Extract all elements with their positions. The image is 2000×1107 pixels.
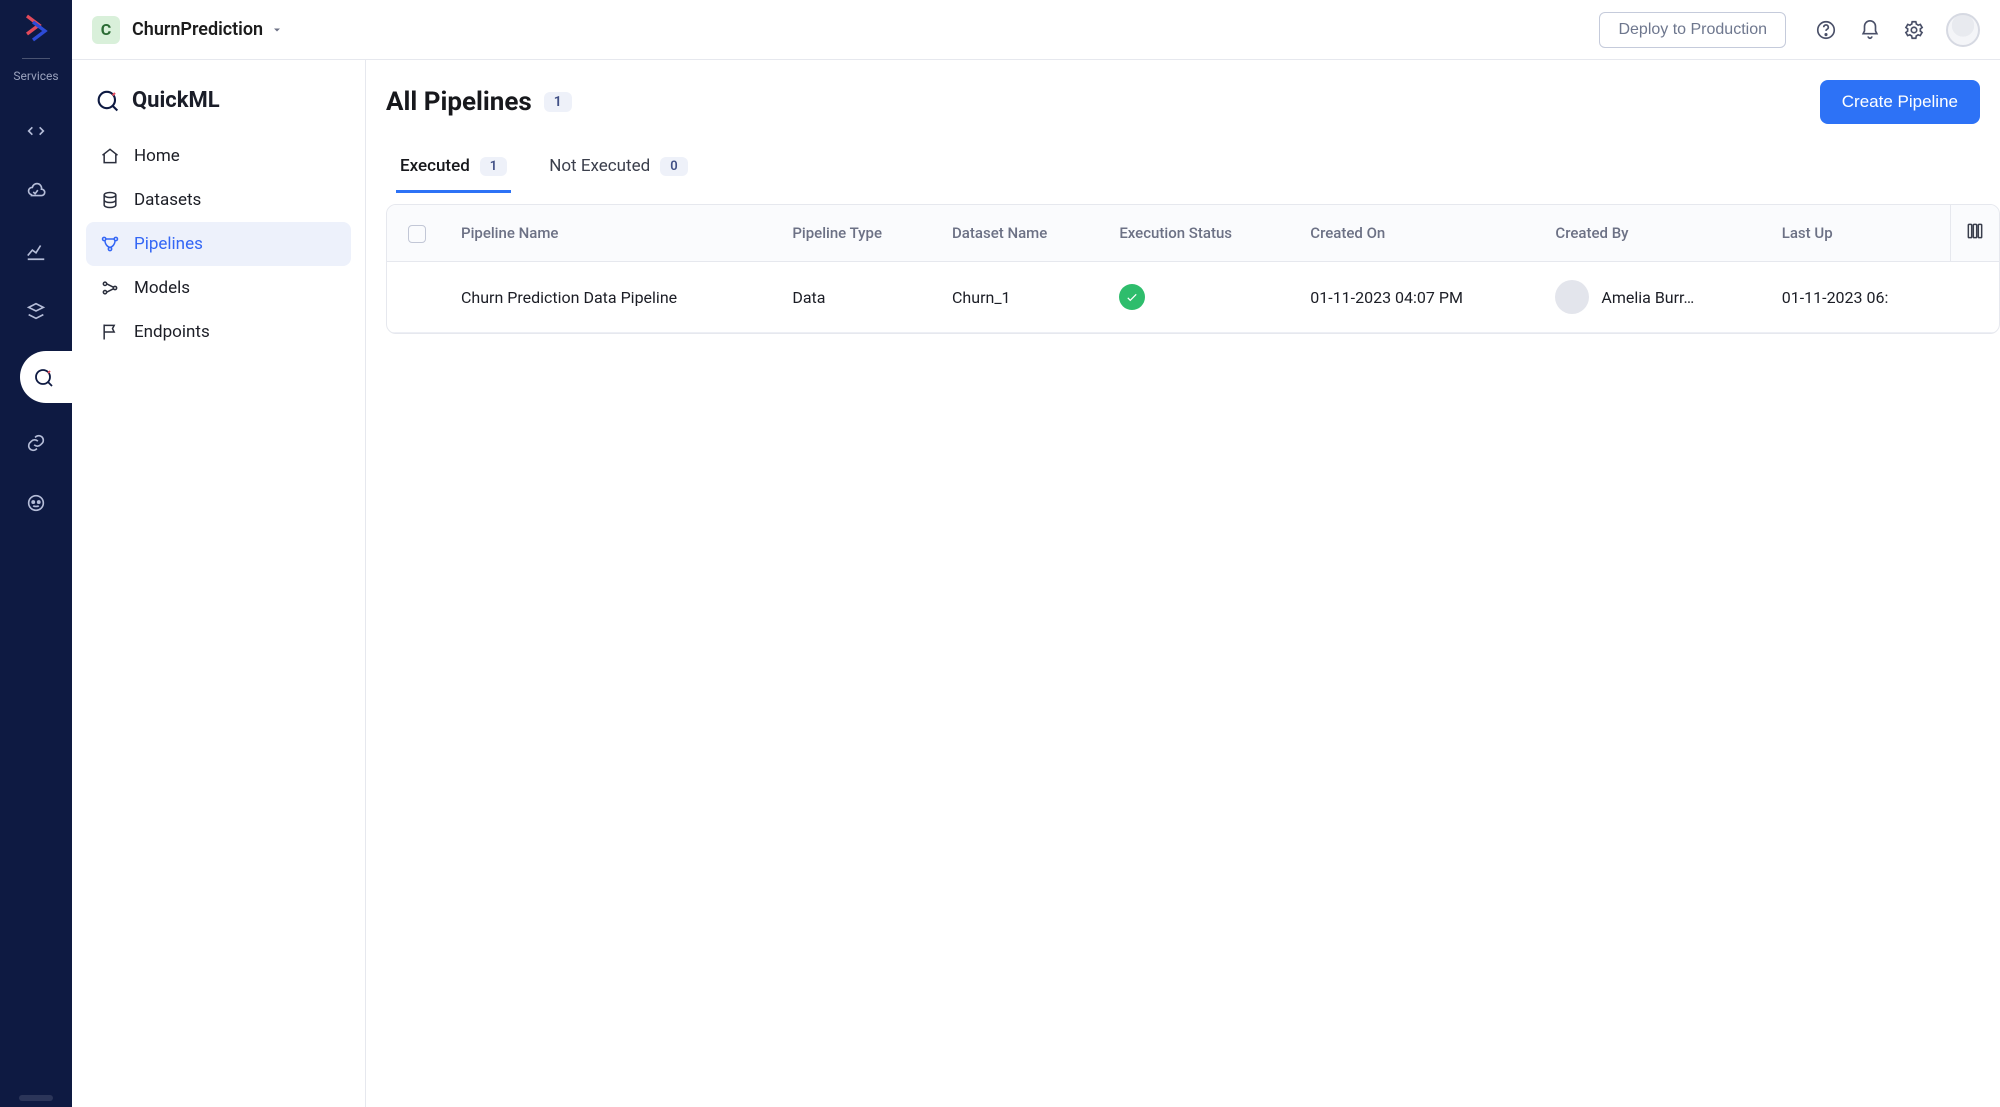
cell-pipeline-name: Churn Prediction Data Pipeline [447,262,778,333]
col-created-on[interactable]: Created On [1296,205,1541,262]
brand-name: QuickML [132,88,220,113]
sidebar-item-label: Pipelines [134,234,203,254]
sidebar-item-pipelines[interactable]: Pipelines [86,222,351,266]
pipeline-icon [100,234,120,254]
rail-footer-indicator [19,1095,53,1101]
sidebar-item-home[interactable]: Home [86,134,351,178]
project-name: ChurnPrediction [132,19,263,40]
tabs: Executed 1 Not Executed 0 [386,146,2000,194]
models-icon [100,278,120,298]
rail-service-code-icon[interactable] [16,111,56,151]
sidebar-item-label: Datasets [134,190,201,210]
quickml-logo-icon [94,86,122,114]
brand: QuickML [86,80,351,134]
tab-not-executed[interactable]: Not Executed 0 [545,146,691,193]
select-all-checkbox[interactable] [408,225,426,243]
tab-label: Not Executed [549,156,650,176]
tab-executed[interactable]: Executed 1 [396,146,511,193]
rail-service-quickml-icon[interactable] [20,351,72,403]
app-logo-icon [18,10,54,46]
sidebar-item-label: Home [134,146,180,166]
pane-header: All Pipelines 1 Create Pipeline [386,80,2000,124]
cell-dataset-name: Churn_1 [938,262,1105,333]
col-pipeline-type[interactable]: Pipeline Type [778,205,938,262]
tab-count-badge: 1 [480,157,507,176]
cell-last-updated: 01-11-2023 06: [1768,262,1951,333]
help-icon[interactable] [1814,18,1838,42]
sidebar-item-label: Endpoints [134,322,210,342]
table-row[interactable]: Churn Prediction Data Pipeline Data Chur… [387,262,1999,333]
services-rail: Services [0,0,72,1107]
col-last-updated[interactable]: Last Up [1768,205,1951,262]
project-selector[interactable]: ChurnPrediction [132,19,283,40]
settings-icon[interactable] [1902,18,1926,42]
cell-pipeline-type: Data [778,262,938,333]
cell-created-on: 01-11-2023 04:07 PM [1296,262,1541,333]
user-avatar[interactable] [1946,13,1980,47]
sidebar-item-datasets[interactable]: Datasets [86,178,351,222]
col-dataset-name[interactable]: Dataset Name [938,205,1105,262]
flag-icon [100,322,120,342]
cell-created-by: Amelia Burr… [1541,262,1767,333]
rail-services-label: Services [13,69,58,83]
create-pipeline-button[interactable]: Create Pipeline [1820,80,1980,124]
page-title: All Pipelines [386,87,532,117]
rail-divider [22,58,50,59]
col-pipeline-name[interactable]: Pipeline Name [447,205,778,262]
home-icon [100,146,120,166]
project-initial-chip: C [92,16,120,44]
created-by-name: Amelia Burr… [1601,288,1694,307]
main-pane: All Pipelines 1 Create Pipeline Executed… [366,60,2000,1107]
tab-label: Executed [400,156,470,176]
database-icon [100,190,120,210]
col-execution-status[interactable]: Execution Status [1105,205,1296,262]
pipelines-table-container: Pipeline Name Pipeline Type Dataset Name… [386,204,2000,334]
status-success-icon [1119,284,1145,310]
column-settings-icon[interactable] [1965,227,1985,245]
secondary-sidebar: QuickML Home Datasets Pipelines Models [72,60,366,1107]
pipelines-table: Pipeline Name Pipeline Type Dataset Name… [387,205,1999,333]
chevron-down-icon [271,24,283,36]
sidebar-item-endpoints[interactable]: Endpoints [86,310,351,354]
sidebar-item-label: Models [134,278,190,298]
rail-service-integrations-icon[interactable] [16,291,56,331]
topbar: C ChurnPrediction Deploy to Production [72,0,2000,60]
sidebar-item-models[interactable]: Models [86,266,351,310]
page-count-badge: 1 [544,92,572,112]
rail-service-analytics-icon[interactable] [16,231,56,271]
rail-service-link-icon[interactable] [16,423,56,463]
rail-service-bot-icon[interactable] [16,483,56,523]
deploy-to-production-button[interactable]: Deploy to Production [1599,12,1786,48]
cell-execution-status [1105,262,1296,333]
rail-service-cloud-icon[interactable] [16,171,56,211]
user-avatar-icon [1555,280,1589,314]
notifications-icon[interactable] [1858,18,1882,42]
tab-count-badge: 0 [660,157,687,176]
col-created-by[interactable]: Created By [1541,205,1767,262]
